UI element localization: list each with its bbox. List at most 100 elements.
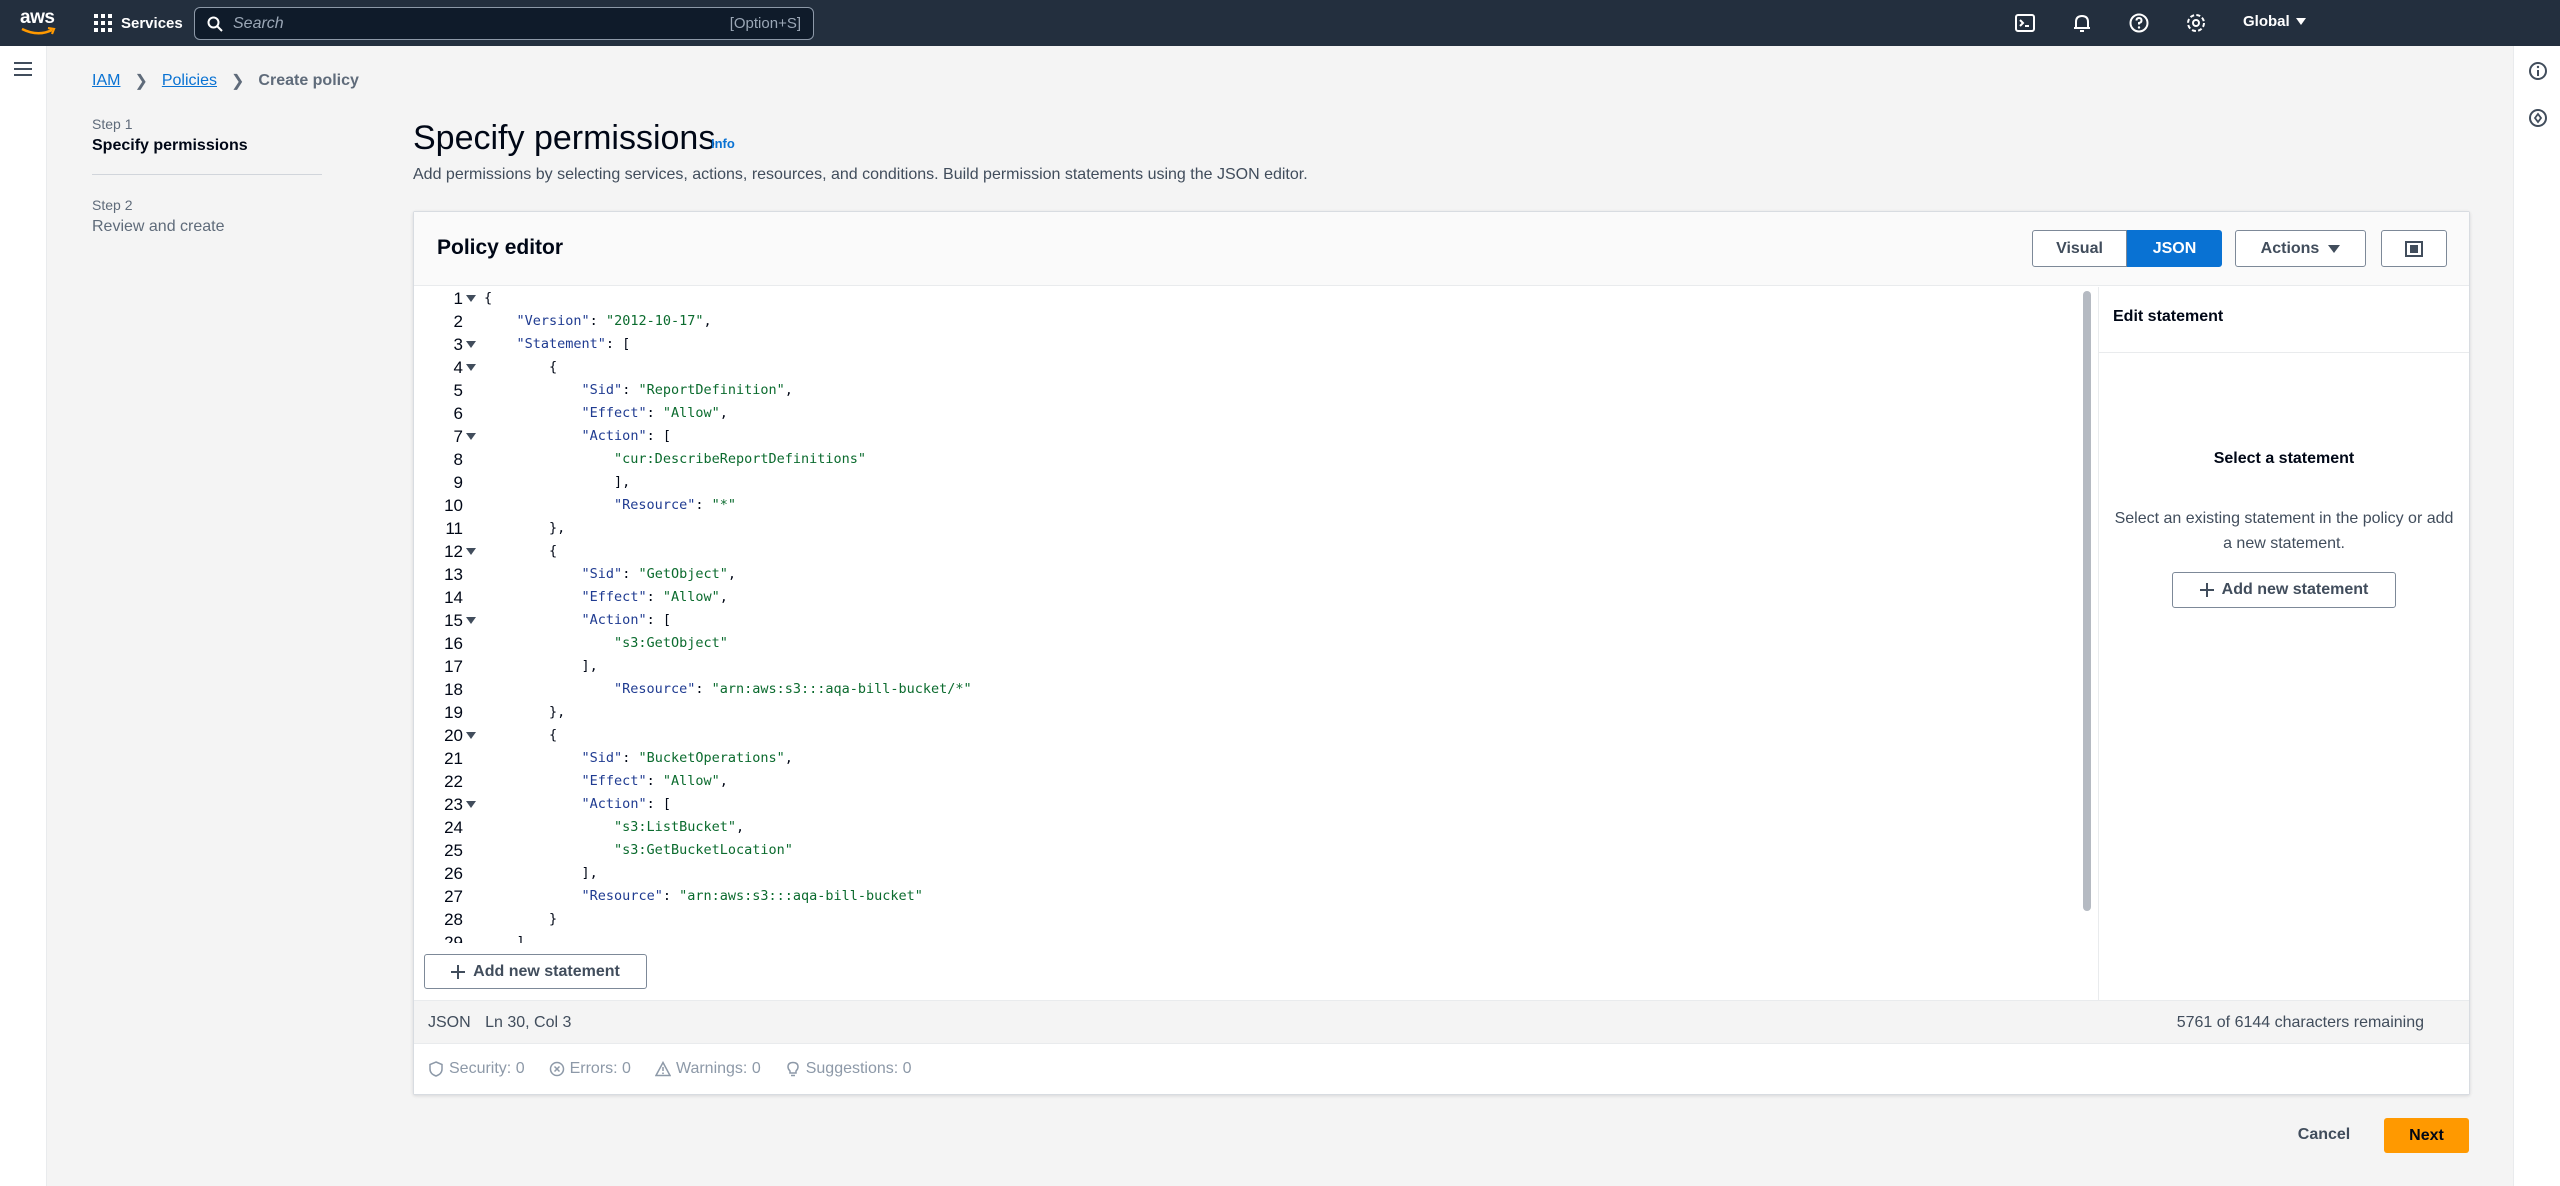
code-text: "Sid": "BucketOperations", xyxy=(581,750,793,766)
error-circle-icon xyxy=(549,1061,564,1077)
code-line[interactable]: 21 "Sid": "BucketOperations", xyxy=(414,747,2084,770)
visual-tab-button[interactable]: Visual xyxy=(2032,230,2127,267)
warning-findings[interactable]: Warnings: 0 xyxy=(654,1060,761,1078)
characters-remaining: 5761 of 6144 characters remaining xyxy=(2176,1014,2424,1031)
cloudshell-icon[interactable] xyxy=(2014,12,2036,34)
help-icon[interactable] xyxy=(2128,12,2150,34)
warning-count: Warnings: 0 xyxy=(675,1060,761,1077)
wizard-steps: Step 1 Specify permissions Step 2 Review… xyxy=(92,116,322,236)
services-menu[interactable]: Services xyxy=(94,11,183,35)
aws-smile-icon xyxy=(21,27,56,35)
code-text: ], xyxy=(484,865,598,881)
editor-vertical-scrollbar[interactable] xyxy=(2083,291,2091,911)
line-number: 13 xyxy=(444,565,463,584)
line-number: 8 xyxy=(453,450,463,469)
left-rail xyxy=(0,46,47,1186)
fold-toggle-icon[interactable] xyxy=(466,341,476,348)
code-line[interactable]: 29 ] xyxy=(414,931,2084,943)
chevron-right-icon: ❯ xyxy=(231,73,245,90)
line-number: 27 xyxy=(444,887,463,906)
code-line[interactable]: 23 "Action": [ xyxy=(414,793,2084,816)
line-number: 4 xyxy=(453,358,463,377)
fold-toggle-icon[interactable] xyxy=(466,801,476,808)
region-selector[interactable]: Global xyxy=(2243,13,2306,30)
next-button[interactable]: Next xyxy=(2384,1118,2469,1153)
info-link[interactable]: Info xyxy=(711,136,735,151)
hamburger-menu-icon[interactable] xyxy=(13,61,33,77)
code-line[interactable]: 14 "Effect": "Allow", xyxy=(414,586,2084,609)
code-line[interactable]: 6 "Effect": "Allow", xyxy=(414,402,2084,425)
code-line[interactable]: 1{ xyxy=(414,287,2084,310)
line-number: 2 xyxy=(453,312,463,331)
line-number: 20 xyxy=(444,726,463,745)
search-shortcut-hint: [Option+S] xyxy=(729,15,801,32)
fold-toggle-icon[interactable] xyxy=(466,548,476,555)
fold-toggle-icon[interactable] xyxy=(466,364,476,371)
code-line[interactable]: 25 "s3:GetBucketLocation" xyxy=(414,839,2084,862)
error-findings[interactable]: Errors: 0 xyxy=(549,1060,631,1078)
code-line[interactable]: 8 "cur:DescribeReportDefinitions" xyxy=(414,448,2084,471)
code-line[interactable]: 16 "s3:GetObject" xyxy=(414,632,2084,655)
fold-toggle-icon[interactable] xyxy=(466,732,476,739)
add-new-statement-button[interactable]: Add new statement xyxy=(424,954,647,989)
tutorials-icon[interactable] xyxy=(2528,108,2548,128)
code-line[interactable]: 9 ], xyxy=(414,471,2084,494)
code-line[interactable]: 17 ], xyxy=(414,655,2084,678)
editor-panel-divider[interactable] xyxy=(2098,287,2099,1010)
step-2[interactable]: Step 2 Review and create xyxy=(92,197,322,236)
toggle-side-panel-button[interactable] xyxy=(2381,230,2447,267)
aws-logo[interactable]: aws xyxy=(20,7,58,36)
code-line[interactable]: 7 "Action": [ xyxy=(414,425,2084,448)
fold-toggle-icon[interactable] xyxy=(466,295,476,302)
code-line[interactable]: 28 } xyxy=(414,908,2084,931)
statement-panel-divider xyxy=(2099,352,2469,353)
breadcrumb: IAM ❯ Policies ❯ Create policy xyxy=(92,71,359,91)
line-number: 21 xyxy=(444,749,463,768)
step-1[interactable]: Step 1 Specify permissions xyxy=(92,116,322,155)
code-text: "Resource": "arn:aws:s3:::aqa-bill-bucke… xyxy=(614,681,972,697)
global-search-box[interactable]: [Option+S] xyxy=(194,7,814,40)
code-line[interactable]: 2 "Version": "2012-10-17", xyxy=(414,310,2084,333)
code-line[interactable]: 19 }, xyxy=(414,701,2084,724)
services-grid-icon xyxy=(94,14,112,32)
code-line[interactable]: 5 "Sid": "ReportDefinition", xyxy=(414,379,2084,402)
code-line[interactable]: 3 "Statement": [ xyxy=(414,333,2084,356)
step-2-title: Review and create xyxy=(92,218,225,235)
panel-add-new-statement-button[interactable]: Add new statement xyxy=(2172,572,2396,608)
code-line[interactable]: 24 "s3:ListBucket", xyxy=(414,816,2084,839)
code-line[interactable]: 26 ], xyxy=(414,862,2084,885)
suggestion-findings[interactable]: Suggestions: 0 xyxy=(785,1060,912,1078)
chevron-right-icon: ❯ xyxy=(134,73,148,90)
line-number: 12 xyxy=(444,542,463,561)
breadcrumb-iam-link[interactable]: IAM xyxy=(92,72,120,90)
code-text: "s3:GetBucketLocation" xyxy=(614,842,793,858)
line-number: 16 xyxy=(444,634,463,653)
code-line[interactable]: 27 "Resource": "arn:aws:s3:::aqa-bill-bu… xyxy=(414,885,2084,908)
code-text: "s3:ListBucket", xyxy=(614,819,745,835)
cancel-button[interactable]: Cancel xyxy=(2278,1117,2370,1153)
code-line[interactable]: 13 "Sid": "GetObject", xyxy=(414,563,2084,586)
info-panel-icon[interactable] xyxy=(2528,61,2548,81)
top-navigation: aws Services [Option+S] Global xyxy=(0,0,2560,46)
json-code-editor[interactable]: 1{2 "Version": "2012-10-17", 3 "Statement… xyxy=(414,287,2098,943)
code-line[interactable]: 20 { xyxy=(414,724,2084,747)
code-line[interactable]: 4 { xyxy=(414,356,2084,379)
search-input[interactable] xyxy=(233,14,730,33)
fold-toggle-icon[interactable] xyxy=(466,617,476,624)
code-line[interactable]: 11 }, xyxy=(414,517,2084,540)
code-line[interactable]: 12 { xyxy=(414,540,2084,563)
settings-gear-icon[interactable] xyxy=(2185,12,2207,34)
json-tab-button[interactable]: JSON xyxy=(2127,230,2222,267)
code-text: } xyxy=(484,911,558,927)
security-findings[interactable]: Security: 0 xyxy=(428,1060,525,1078)
code-line[interactable]: 15 "Action": [ xyxy=(414,609,2084,632)
code-line[interactable]: 18 "Resource": "arn:aws:s3:::aqa-bill-bu… xyxy=(414,678,2084,701)
fold-toggle-icon[interactable] xyxy=(466,433,476,440)
breadcrumb-policies-link[interactable]: Policies xyxy=(162,72,217,90)
code-line[interactable]: 22 "Effect": "Allow", xyxy=(414,770,2084,793)
code-line[interactable]: 10 "Resource": "*" xyxy=(414,494,2084,517)
code-text: "cur:DescribeReportDefinitions" xyxy=(614,451,867,467)
notifications-bell-icon[interactable] xyxy=(2071,12,2093,34)
right-rail xyxy=(2513,46,2560,1186)
actions-dropdown-button[interactable]: Actions xyxy=(2235,230,2366,267)
